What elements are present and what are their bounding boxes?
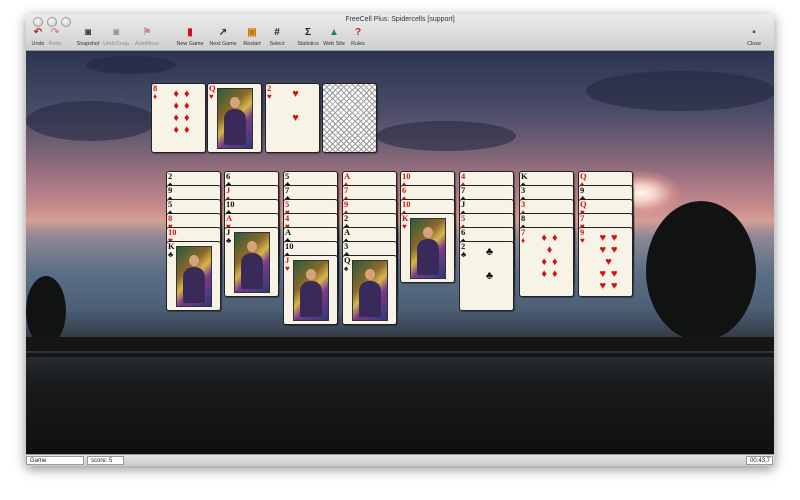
- card-pips: ♣ ♣: [485, 246, 495, 282]
- card-suit-icon: ♥: [580, 236, 585, 245]
- court-figure-icon: [410, 218, 446, 279]
- undosnap-icon: ◙: [112, 27, 120, 38]
- restart-button[interactable]: ▣ Restart: [238, 26, 266, 47]
- new-game-icon: ▮: [187, 27, 193, 38]
- court-figure-icon: [293, 260, 329, 321]
- card-suit-icon: ♣: [461, 250, 467, 259]
- card-pips: ♥ ♥ ♥ ♥ ♥ ♥ ♥ ♥ ♥: [599, 232, 619, 292]
- title-bar: FreeCell Plus: Spidercells [support] ↶ Un…: [26, 14, 774, 51]
- card-pips: ♦ ♦ ♦ ♦ ♦ ♦ ♦: [541, 232, 559, 280]
- new-game-button[interactable]: ▮ New Game: [176, 26, 204, 47]
- top-card[interactable]: Q ♥: [207, 83, 262, 153]
- rules-label: Rules: [351, 41, 365, 47]
- top-card[interactable]: 2 ♥ ♥ ♥: [265, 83, 320, 153]
- tableau-card[interactable]: J ♥: [283, 255, 338, 325]
- app-window: FreeCell Plus: Spidercells [support] ↶ Un…: [26, 14, 774, 466]
- card-suit-icon: ♣: [226, 236, 232, 245]
- card-suit-icon: ♥: [209, 92, 214, 101]
- cloud-decoration: [26, 101, 156, 141]
- next-game-label: Next Game: [209, 41, 237, 47]
- tableau-card[interactable]: K ♥: [400, 213, 455, 283]
- undosnap-button[interactable]: ◙ UndoSnap: [102, 26, 130, 47]
- close-icon: ▪: [752, 27, 756, 38]
- next-game-button[interactable]: ↗ Next Game: [209, 26, 237, 47]
- restart-icon: ▣: [247, 27, 257, 38]
- close-label: Close: [747, 41, 761, 47]
- select-button[interactable]: # Select: [263, 26, 291, 47]
- statistics-label: Statistics: [297, 41, 319, 47]
- undosnap-label: UndoSnap: [103, 41, 129, 47]
- automove-button[interactable]: ⚑ AutoMove: [133, 26, 161, 47]
- select-label: Select: [269, 41, 285, 47]
- select-icon: #: [274, 27, 280, 38]
- card-suit-icon: ♥: [267, 92, 272, 101]
- tableau-card[interactable]: 7 ♦ ♦ ♦ ♦ ♦ ♦ ♦ ♦: [519, 227, 574, 297]
- statistics-icon: Σ: [304, 27, 311, 38]
- rules-button[interactable]: ? Rules: [344, 26, 372, 47]
- tableau-card[interactable]: K ♣: [166, 241, 221, 311]
- tree-silhouette: [646, 201, 756, 341]
- card-suit-icon: ♦: [153, 92, 158, 101]
- new-game-label: New Game: [176, 41, 204, 47]
- cloud-decoration: [586, 71, 774, 111]
- card-pips: ♦ ♦ ♦ ♦ ♦ ♦ ♦ ♦: [173, 88, 191, 136]
- tableau-card[interactable]: J ♣: [224, 227, 279, 297]
- close-button[interactable]: ▪ Close: [740, 26, 768, 47]
- elapsed-time: 00:43.7: [746, 456, 773, 465]
- court-figure-icon: [176, 246, 212, 307]
- card-suit-icon: ♣: [168, 250, 174, 259]
- tableau-card[interactable]: 9 ♥ ♥ ♥ ♥ ♥ ♥ ♥ ♥ ♥ ♥: [578, 227, 633, 297]
- card-back[interactable]: [322, 83, 377, 153]
- fence: [26, 351, 774, 353]
- card-pips: ♥ ♥: [292, 88, 300, 124]
- snapshot-label: Snapshot: [76, 41, 100, 47]
- redo-label: Redo: [48, 41, 62, 47]
- statistics-button[interactable]: Σ Statistics: [294, 26, 322, 47]
- redo-icon: ↷: [50, 27, 60, 38]
- score: score: 5: [87, 456, 124, 465]
- tableau-card[interactable]: Q ♠: [342, 255, 397, 325]
- snapshot-icon: ◙: [84, 27, 92, 38]
- restart-label: Restart: [243, 41, 261, 47]
- court-figure-icon: [234, 232, 270, 293]
- shoreline: [26, 337, 774, 357]
- cloud-decoration: [376, 121, 516, 151]
- cloud-decoration: [86, 56, 176, 74]
- game-board[interactable]: 8♦♦ ♦ ♦ ♦ ♦ ♦ ♦ ♦Q♥2♥♥ ♥2♠9♠5♠8♥10♥K♣6♣J…: [26, 51, 774, 454]
- redo-button[interactable]: ↷ Redo: [41, 26, 69, 47]
- court-figure-icon: [352, 260, 388, 321]
- card-suit-icon: ♥: [402, 222, 407, 231]
- tree-silhouette: [26, 276, 66, 346]
- rules-icon: ?: [354, 27, 362, 38]
- card-suit-icon: ♠: [344, 264, 349, 273]
- game-number: Game #233872995: [26, 456, 84, 465]
- automove-icon: ⚑: [142, 27, 152, 38]
- card-suit-icon: ♦: [521, 236, 526, 245]
- web-site-icon: ▲: [329, 27, 339, 38]
- next-game-icon: ↗: [218, 27, 228, 38]
- snapshot-button[interactable]: ◙ Snapshot: [74, 26, 102, 47]
- automove-label: AutoMove: [134, 41, 160, 47]
- status-bar: Game #233872995 score: 5 00:43.7: [26, 454, 774, 466]
- court-figure-icon: [217, 88, 253, 149]
- tableau-card[interactable]: 2 ♣ ♣ ♣: [459, 241, 514, 311]
- window-title: FreeCell Plus: Spidercells [support]: [345, 16, 455, 23]
- card-suit-icon: ♥: [285, 264, 290, 273]
- top-card[interactable]: 8 ♦ ♦ ♦ ♦ ♦ ♦ ♦ ♦ ♦: [151, 83, 206, 153]
